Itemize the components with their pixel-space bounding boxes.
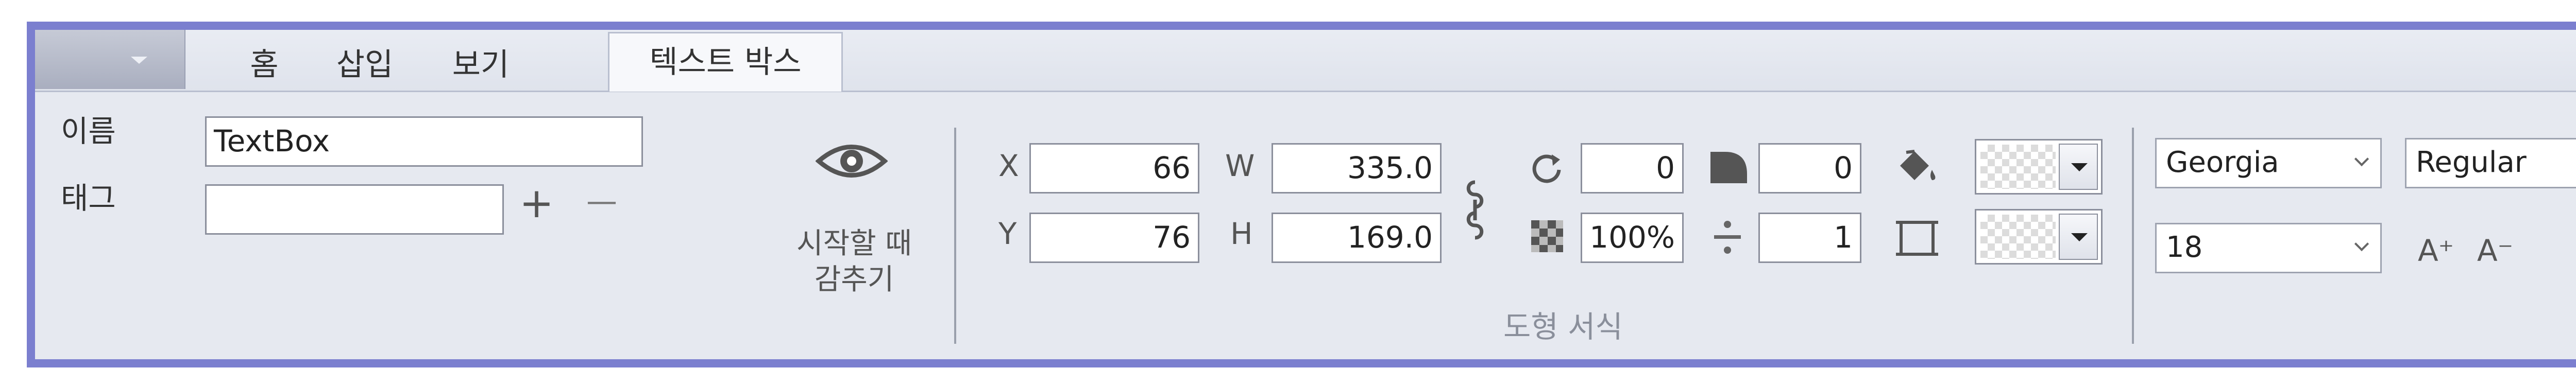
font-style-value: Regular <box>2416 146 2527 179</box>
chevron-down-icon <box>131 57 147 64</box>
tab-view[interactable]: 보기 <box>437 41 524 89</box>
border-width-field[interactable]: 1 <box>1758 213 1861 263</box>
y-field[interactable]: 76 <box>1029 213 1199 263</box>
font-family-select[interactable]: Georgia <box>2155 138 2382 188</box>
opacity-field[interactable]: 100% <box>1581 213 1684 263</box>
eye-icon[interactable] <box>816 138 888 184</box>
tab-insert[interactable]: 삽입 <box>321 41 409 89</box>
opacity-icon <box>1531 220 1563 252</box>
add-tag-button[interactable]: + <box>519 179 554 227</box>
fill-color-picker[interactable] <box>1975 139 2103 195</box>
tag-field[interactable] <box>205 184 504 235</box>
border-box-icon[interactable] <box>1894 215 1940 261</box>
remove-tag-button[interactable]: — <box>586 183 617 219</box>
x-label: X <box>998 148 1019 183</box>
rotation-field[interactable]: 0 <box>1581 143 1684 194</box>
hide-on-start-label-line1: 시작할 때 <box>796 227 912 260</box>
border-color-dropdown-button[interactable] <box>2059 214 2098 260</box>
chevron-down-icon <box>2354 151 2369 167</box>
fill-bucket-icon[interactable] <box>1895 147 1941 188</box>
chevron-down-icon <box>2354 236 2369 252</box>
increase-font-button[interactable]: A⁺ <box>2418 233 2454 268</box>
fill-color-dropdown-button[interactable] <box>2059 144 2098 190</box>
tab-home[interactable]: 홈 <box>226 41 303 89</box>
w-label: W <box>1225 148 1255 183</box>
y-label: Y <box>998 216 1017 251</box>
fill-color-swatch <box>1980 145 2056 189</box>
link-icon[interactable] <box>1462 179 1488 241</box>
shape-format-group-label: 도형 서식 <box>1503 309 1623 344</box>
name-field[interactable]: TextBox <box>205 116 643 167</box>
font-family-value: Georgia <box>2166 146 2279 179</box>
corner-radius-icon <box>1710 152 1747 183</box>
ribbon: 홈 삽입 보기 텍스트 박스 이름 TextBox 태그 + — 시작할 때 감… <box>27 22 2576 367</box>
tag-label: 태그 <box>61 181 116 216</box>
group-separator <box>954 128 956 344</box>
x-field[interactable]: 66 <box>1029 143 1199 194</box>
font-size-value: 18 <box>2166 231 2203 264</box>
tab-strip: 홈 삽입 보기 텍스트 박스 <box>35 30 2576 92</box>
group-separator <box>2132 128 2134 344</box>
font-size-select[interactable]: 18 <box>2155 223 2382 273</box>
border-color-picker[interactable] <box>1975 209 2103 265</box>
font-style-select[interactable]: Regular <box>2405 138 2576 188</box>
app-menu-button[interactable] <box>35 30 185 89</box>
hide-on-start-label-line2: 감추기 <box>814 263 894 296</box>
rotate-icon <box>1532 154 1561 183</box>
tab-textbox[interactable]: 텍스트 박스 <box>608 32 843 92</box>
corner-radius-field[interactable]: 0 <box>1758 143 1861 194</box>
border-color-swatch <box>1980 215 2056 259</box>
h-label: H <box>1230 216 1253 251</box>
name-label: 이름 <box>61 114 116 149</box>
w-field[interactable]: 335.0 <box>1272 143 1442 194</box>
decrease-font-button[interactable]: A⁻ <box>2477 233 2513 268</box>
h-field[interactable]: 169.0 <box>1272 213 1442 263</box>
border-width-icon <box>1714 221 1741 254</box>
